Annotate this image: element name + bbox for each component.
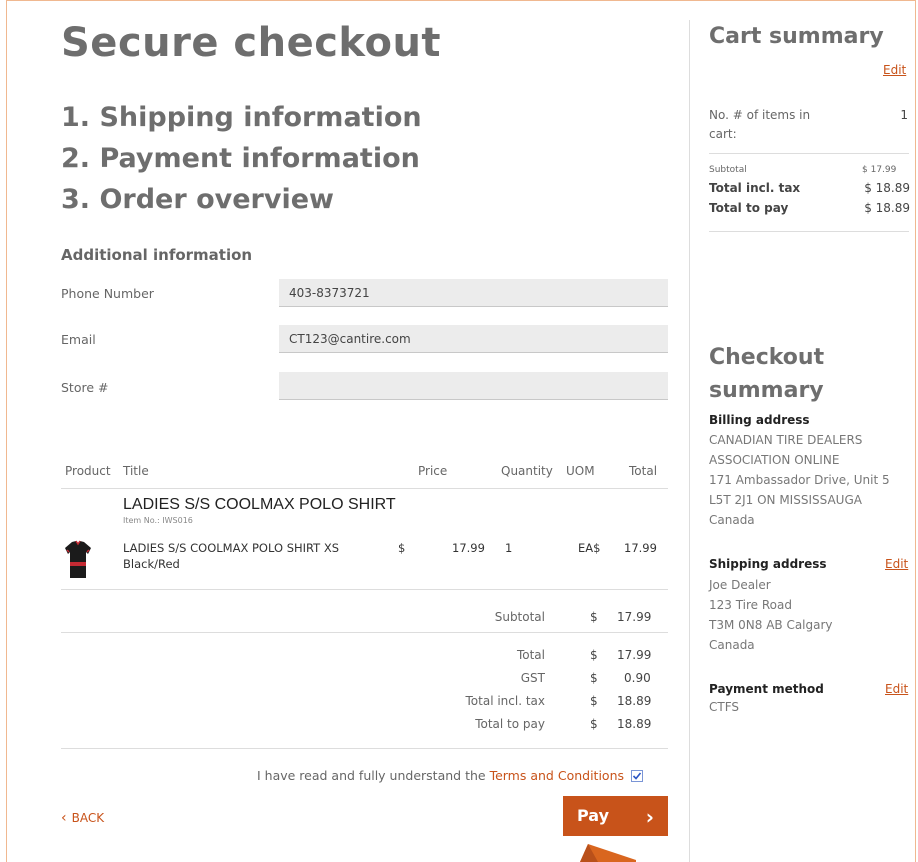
subtotal-currency: $: [590, 610, 598, 624]
back-chevron-icon: ‹: [61, 810, 67, 826]
cart-total-pay-label: Total to pay: [709, 201, 789, 215]
back-link[interactable]: ‹ BACK: [61, 810, 104, 826]
line-item-price: 17.99: [452, 541, 485, 555]
step-shipping[interactable]: 1. Shipping information: [61, 97, 422, 138]
cart-divider-1: [709, 153, 909, 154]
shipping-line: 123 Tire Road: [709, 598, 792, 612]
cart-total-tax-label: Total incl. tax: [709, 181, 801, 195]
product-thumbnail: [65, 540, 91, 578]
shipping-line: T3M 0N8 AB Calgary: [709, 618, 833, 632]
gst-value: 0.90: [624, 671, 651, 685]
total-incl-tax-label: Total incl. tax: [465, 694, 546, 708]
email-field[interactable]: CT123@cantire.com: [279, 325, 668, 353]
col-header-uom: UOM: [566, 464, 595, 478]
store-label: Store #: [61, 380, 109, 395]
back-label: BACK: [71, 811, 105, 825]
billing-line: 171 Ambassador Drive, Unit 5: [709, 473, 890, 487]
shipping-edit-link[interactable]: Edit: [885, 557, 908, 571]
payment-method-value: CTFS: [709, 700, 740, 714]
checkout-summary-title-2: summary: [709, 378, 824, 403]
items-count-label: No. # of items in: [709, 108, 811, 122]
total-incl-tax-value: 18.89: [617, 694, 652, 708]
payment-method-heading: Payment method: [709, 682, 824, 696]
additional-info-heading: Additional information: [61, 246, 253, 264]
email-row: Email CT123@cantire.com: [61, 325, 668, 355]
line-item-uom: EA$: [578, 541, 601, 555]
terms-row: I have read and fully understand the Ter…: [257, 768, 643, 783]
phone-field[interactable]: 403-8373721: [279, 279, 668, 307]
step-overview[interactable]: 3. Order overview: [61, 179, 422, 220]
total-incl-tax-currency: $: [590, 694, 598, 708]
col-header-price: Price: [418, 464, 448, 478]
cart-total-pay-value: $ 18.89: [864, 201, 910, 215]
line-item-variant: Black/Red: [123, 557, 180, 571]
cart-summary-title: Cart summary: [709, 24, 884, 49]
col-header-product: Product: [65, 464, 111, 478]
col-header-quantity: Quantity: [501, 464, 553, 478]
page-title: Secure checkout: [61, 20, 442, 66]
cart-edit-link[interactable]: Edit: [883, 63, 906, 77]
line-item-currency: $: [398, 541, 406, 555]
items-count-label-2: cart:: [709, 127, 737, 141]
shipping-address: Joe Dealer 123 Tire Road T3M 0N8 AB Calg…: [709, 575, 833, 655]
pay-label: Pay: [577, 806, 610, 825]
checkout-steps: 1. Shipping information 2. Payment infor…: [61, 97, 422, 220]
cart-divider-2: [709, 231, 909, 232]
total-value: 17.99: [617, 648, 652, 662]
gst-label: GST: [520, 671, 545, 685]
checkout-summary-title: Checkout: [709, 345, 825, 370]
pay-button[interactable]: Pay ›: [563, 796, 668, 836]
line-item-quantity: 1: [505, 541, 513, 555]
line-item-total: 17.99: [624, 541, 657, 555]
email-label: Email: [61, 332, 96, 347]
step-payment[interactable]: 2. Payment information: [61, 138, 422, 179]
terms-text: I have read and fully understand the: [257, 768, 490, 783]
terms-checkbox[interactable]: [630, 769, 643, 782]
phone-label: Phone Number: [61, 286, 154, 301]
subtotal-label: Subtotal: [494, 610, 545, 624]
billing-address-heading: Billing address: [709, 413, 810, 427]
store-field[interactable]: [279, 372, 668, 400]
pay-chevron-icon: ›: [645, 805, 654, 829]
total-label: Total: [516, 648, 545, 662]
payment-edit-link[interactable]: Edit: [885, 682, 908, 696]
billing-line: Canada: [709, 513, 755, 527]
total-to-pay-label: Total to pay: [475, 717, 545, 731]
col-header-title: Title: [123, 464, 149, 478]
subtotal-divider: [61, 632, 668, 633]
item-number: Item No.: IWS016: [123, 516, 193, 525]
sidebar-divider: [689, 20, 690, 862]
cart-subtotal-value: $ 17.99: [862, 165, 897, 175]
billing-line: L5T 2J1 ON MISSISSAUGA: [709, 493, 862, 507]
totals-divider: [61, 748, 668, 749]
product-group-title: LADIES S/S COOLMAX POLO SHIRT: [123, 496, 396, 513]
checkbox-check-icon: [632, 771, 642, 780]
billing-line: ASSOCIATION ONLINE: [709, 453, 840, 467]
total-to-pay-currency: $: [590, 717, 598, 731]
terms-link[interactable]: Terms and Conditions: [490, 768, 624, 783]
pointer-arrow-icon: [580, 844, 636, 862]
shipping-address-heading: Shipping address: [709, 557, 827, 571]
shipping-line: Joe Dealer: [709, 578, 771, 592]
gst-currency: $: [590, 671, 598, 685]
cart-subtotal-label: Subtotal: [709, 165, 747, 175]
table-header-divider: [61, 488, 668, 489]
billing-address: CANADIAN TIRE DEALERS ASSOCIATION ONLINE…: [709, 430, 890, 530]
line-item-desc: LADIES S/S COOLMAX POLO SHIRT XS: [123, 541, 340, 555]
items-divider: [61, 589, 668, 590]
shipping-line: Canada: [709, 638, 755, 652]
subtotal-value: 17.99: [617, 610, 652, 624]
store-row: Store #: [61, 372, 668, 402]
total-to-pay-value: 18.89: [617, 717, 652, 731]
billing-line: CANADIAN TIRE DEALERS: [709, 433, 863, 447]
phone-row: Phone Number 403-8373721: [61, 279, 668, 309]
cart-total-tax-value: $ 18.89: [864, 181, 910, 195]
items-count-value: 1: [900, 108, 908, 122]
col-header-total: Total: [629, 464, 658, 478]
total-currency: $: [590, 648, 598, 662]
